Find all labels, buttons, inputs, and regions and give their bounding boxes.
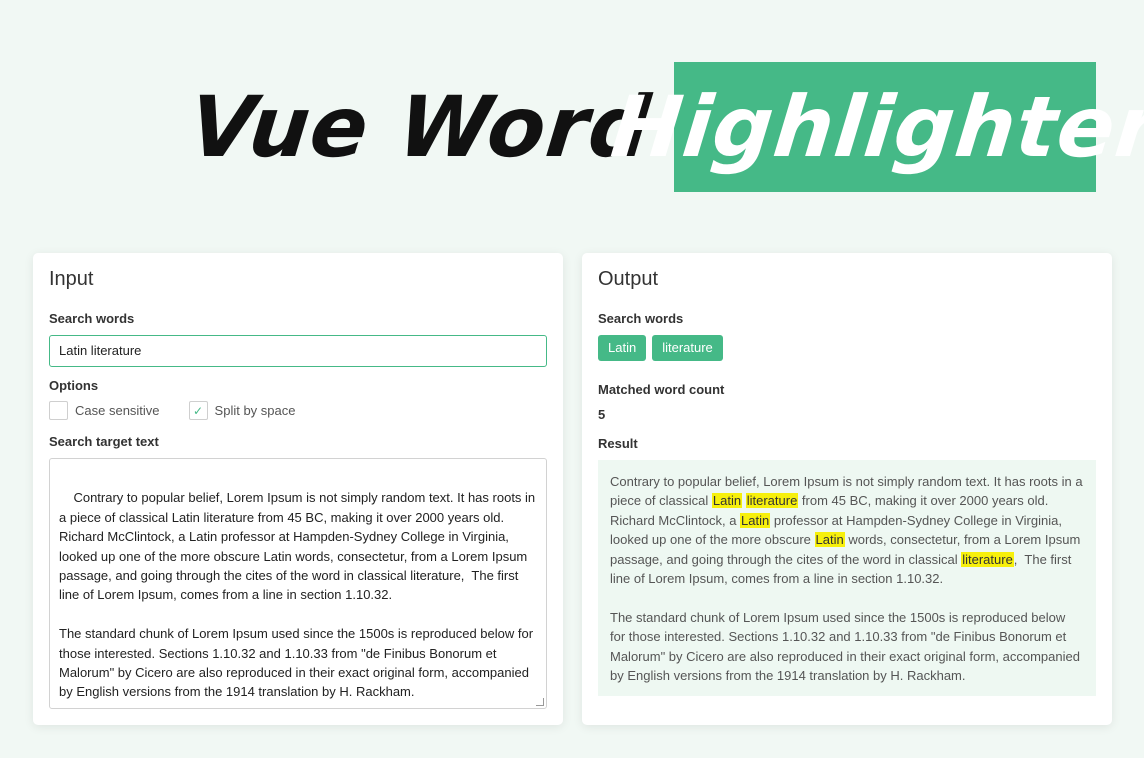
- app-title: Vue Word Highlighter: [185, 62, 1144, 192]
- case-sensitive-label[interactable]: Case sensitive: [75, 403, 160, 418]
- result-label: Result: [598, 436, 638, 451]
- highlighted-word: Latin: [740, 512, 771, 528]
- title-highlight-box: Highlighter: [607, 62, 1144, 192]
- search-words-label: Search words: [49, 311, 135, 326]
- result-text: Contrary to popular belief, Lorem Ipsum …: [598, 460, 1096, 696]
- highlighted-word: literature: [745, 493, 799, 509]
- output-card-title: Output: [598, 268, 659, 290]
- target-text-label: Search target text: [49, 434, 159, 449]
- highlighted-word: literature: [961, 551, 1014, 567]
- input-card: Input Search words Latin literature Opti…: [33, 253, 563, 725]
- matched-count-label: Matched word count: [598, 382, 725, 397]
- options-row: Case sensitive ✓ Split by space: [49, 401, 324, 420]
- split-by-space-label[interactable]: Split by space: [215, 403, 296, 418]
- search-word-tags: Latin literature: [598, 335, 723, 361]
- target-text-content: Contrary to popular belief, Lorem Ipsum …: [59, 490, 536, 700]
- result-text-segment: , The first line of Lorem Ipsum, comes f…: [610, 551, 1080, 684]
- highlighted-word: Latin: [814, 532, 845, 548]
- search-word-tag: Latin: [598, 335, 647, 361]
- checkmark-icon: ✓: [193, 403, 204, 418]
- output-card: Output Search words Latin literature Mat…: [582, 253, 1112, 725]
- options-label: Options: [49, 378, 99, 393]
- matched-count-value: 5: [598, 407, 606, 422]
- highlighted-word: Latin: [711, 493, 743, 509]
- case-sensitive-checkbox[interactable]: [49, 401, 68, 420]
- input-card-title: Input: [49, 268, 94, 290]
- split-by-space-checkbox[interactable]: ✓: [188, 401, 208, 420]
- target-text-area[interactable]: Contrary to popular belief, Lorem Ipsum …: [49, 458, 547, 709]
- output-search-words-label: Search words: [598, 311, 684, 326]
- title-highlight-text: Highlighter: [607, 78, 1144, 176]
- title-plain-text: Vue Word: [184, 78, 656, 176]
- resize-grip-icon[interactable]: [536, 698, 544, 706]
- search-words-input[interactable]: Latin literature: [49, 335, 547, 367]
- search-word-tag: literature: [652, 335, 723, 361]
